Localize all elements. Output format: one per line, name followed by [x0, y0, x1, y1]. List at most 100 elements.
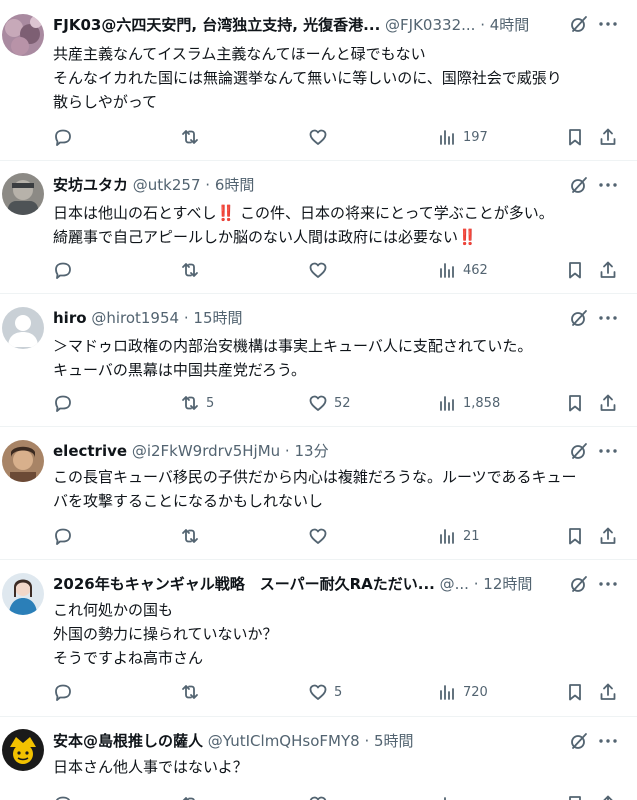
post-header: 2026年もキャンギャル戦略 スーパー耐久RAただい... @... · 12時… [53, 573, 545, 595]
share-button[interactable] [598, 523, 618, 549]
reply-button[interactable] [53, 390, 73, 416]
post-time[interactable]: 13分 [294, 442, 328, 460]
grok-icon[interactable] [569, 731, 589, 751]
bookmark-button[interactable] [565, 791, 585, 800]
avatar[interactable] [2, 173, 44, 215]
reply-icon [55, 262, 71, 279]
grok-icon[interactable] [569, 308, 589, 328]
reply-button[interactable] [53, 679, 73, 705]
grok-icon[interactable] [569, 574, 589, 594]
heart-icon [309, 684, 327, 700]
bookmark-button[interactable] [565, 523, 585, 549]
action-bar: 21 [0, 523, 637, 549]
bookmark-icon [569, 684, 581, 701]
user-handle[interactable]: @hirot1954 [91, 309, 179, 327]
display-name[interactable]: 安坊ユタカ [53, 176, 128, 194]
post[interactable]: hiro @hirot1954 · 15時間 ＞マドゥロ政権の内部治安機構は事実… [0, 294, 637, 427]
bookmark-icon [569, 796, 581, 800]
views-count: 720 [463, 684, 488, 700]
repost-button[interactable] [180, 523, 206, 549]
bookmark-icon [569, 129, 581, 146]
user-handle[interactable]: @utk257 [133, 176, 201, 194]
avatar[interactable] [2, 440, 44, 482]
more-options-icon[interactable] [597, 731, 619, 751]
reply-icon [55, 528, 71, 545]
user-handle[interactable]: @... [440, 575, 469, 593]
grok-icon[interactable] [569, 441, 589, 461]
reply-button[interactable] [53, 124, 73, 150]
post-text-line: 外国の勢力に操られていないか？ [53, 625, 278, 643]
bookmark-button[interactable] [565, 257, 585, 283]
avatar[interactable] [2, 14, 44, 56]
post-header: 安本@島根推しの薩人 @YutIClmQHsoFMY8 · 5時間 [53, 730, 557, 752]
post-time[interactable]: 6時間 [215, 176, 255, 194]
reply-button[interactable] [53, 791, 73, 800]
share-button[interactable] [598, 679, 618, 705]
user-handle[interactable]: @i2FkW9rdrv5HjMu [132, 442, 280, 460]
share-button[interactable] [598, 124, 618, 150]
repost-button[interactable] [180, 124, 206, 150]
bookmark-button[interactable] [565, 124, 585, 150]
reply-button[interactable] [53, 257, 73, 283]
views-button[interactable] [437, 791, 457, 800]
more-options-icon[interactable] [597, 574, 619, 594]
reply-button[interactable] [53, 523, 73, 549]
repost-button[interactable] [180, 791, 200, 800]
display-name[interactable]: 2026年もキャンギャル戦略 スーパー耐久RAただい... [53, 575, 435, 593]
post-header: FJK03@六四天安門, 台湾独立支持, 光復香港... @FJK0332...… [53, 14, 557, 36]
more-options-icon[interactable] [597, 14, 619, 34]
reply-icon [56, 796, 70, 800]
more-options-icon[interactable] [597, 441, 619, 461]
bookmark-button[interactable] [565, 679, 585, 705]
avatar[interactable] [2, 573, 44, 615]
post-time[interactable]: 15時間 [193, 309, 242, 327]
post-time[interactable]: 12時間 [483, 575, 532, 593]
grok-icon[interactable] [569, 14, 589, 34]
post-header: electrive @i2FkW9rdrv5HjMu · 13分 [53, 440, 557, 462]
views-icon [440, 263, 454, 278]
avatar[interactable] [2, 729, 44, 771]
post[interactable]: 2026年もキャンギャル戦略 スーパー耐久RAただい... @... · 12時… [0, 560, 637, 717]
post[interactable]: 安坊ユタカ @utk257 · 6時間 日本は他山の石とすべし‼️ この件、日本… [0, 161, 637, 294]
views-button[interactable]: 462 [437, 257, 488, 283]
repost-button[interactable] [180, 257, 206, 283]
repost-icon [182, 685, 198, 699]
display-name[interactable]: 安本@島根推しの薩人 [53, 732, 203, 750]
like-button[interactable]: 52 [308, 390, 351, 416]
user-handle[interactable]: @FJK0332... [385, 16, 475, 34]
repost-button[interactable] [180, 679, 206, 705]
views-icon [440, 130, 454, 145]
repost-icon [182, 263, 198, 277]
display-name[interactable]: FJK03@六四天安門, 台湾独立支持, 光復香港... [53, 16, 380, 34]
display-name[interactable]: electrive [53, 442, 127, 460]
post-time[interactable]: 5時間 [374, 732, 414, 750]
repost-button[interactable]: 5 [180, 390, 214, 416]
more-options-icon[interactable] [597, 308, 619, 328]
share-button[interactable] [598, 390, 618, 416]
post[interactable]: electrive @i2FkW9rdrv5HjMu · 13分 この長官キュー… [0, 427, 637, 560]
post[interactable]: FJK03@六四天安門, 台湾独立支持, 光復香港... @FJK0332...… [0, 0, 637, 161]
like-button[interactable] [308, 523, 334, 549]
more-options-icon[interactable] [597, 175, 619, 195]
share-button[interactable] [598, 791, 618, 800]
heart-icon [309, 129, 327, 145]
post-text-line: 綺麗事で自己アピールしか脳のない人間は政府には必要ない‼️ [53, 228, 477, 246]
post-text-line: キューバの黒幕は中国共産党だろう。 [53, 361, 307, 379]
heart-icon [309, 395, 327, 411]
like-button[interactable] [308, 257, 334, 283]
views-button[interactable]: 1,858 [437, 390, 500, 416]
like-button[interactable]: 5 [308, 679, 342, 705]
like-button[interactable] [308, 791, 328, 800]
avatar[interactable] [2, 307, 44, 349]
views-button[interactable]: 197 [437, 124, 488, 150]
user-handle[interactable]: @YutIClmQHsoFMY8 [208, 732, 360, 750]
post-time[interactable]: 4時間 [490, 16, 530, 34]
bookmark-button[interactable] [565, 390, 585, 416]
views-button[interactable]: 720 [437, 679, 488, 705]
share-button[interactable] [598, 257, 618, 283]
like-button[interactable] [308, 124, 334, 150]
views-button[interactable]: 21 [437, 523, 480, 549]
display-name[interactable]: hiro [53, 309, 87, 327]
post[interactable]: 安本@島根推しの薩人 @YutIClmQHsoFMY8 · 5時間 日本さん他人… [0, 717, 637, 800]
grok-icon[interactable] [569, 175, 589, 195]
